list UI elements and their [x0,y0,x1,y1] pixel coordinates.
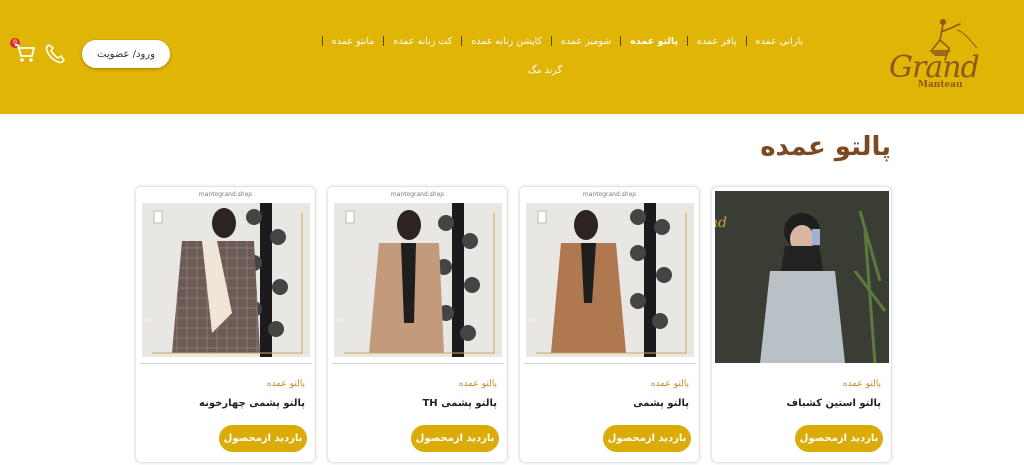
login-register-button[interactable]: ورود/ عضویت [82,40,170,68]
nav-item[interactable]: پافر عمده [688,36,745,47]
product-image[interactable]: NEW COLLECTION [334,203,502,357]
main-nav: بارانی عمده پافر عمده پالتو عمده شومیز عمده… [282,33,812,49]
product-image[interactable]: NEW COLLECTION [526,203,694,357]
new-collection-badge: NEW COLLECTION [526,316,536,325]
view-product-button[interactable]: بازدید ازمحصول [411,425,499,452]
nav-item-grand-mag[interactable]: گرند مگ [520,65,570,76]
phone-icon[interactable] [44,43,66,65]
nav-separator [321,36,323,46]
view-product-button[interactable]: بازدید ازمحصول [795,425,883,452]
new-collection-badge: NEW COLLECTION [142,316,152,325]
svg-text:Grand: Grand [715,215,727,231]
product-card[interactable]: mantogrand.shop NEW COLLECTION پالتو عمد… [135,186,316,463]
product-image[interactable]: Grand [715,191,889,363]
nav-separator [461,36,463,46]
card-divider [140,363,312,364]
image-watermark: mantogrand.shop [198,191,253,198]
product-name[interactable]: پالتو استین کشباف [787,398,881,409]
nav-item[interactable]: بارانی عمده [747,36,812,47]
image-watermark: mantogrand.shop [582,191,637,198]
page-title: پالتو عمده [760,132,891,162]
new-collection-badge: NEW COLLECTION [334,316,344,325]
view-product-button[interactable]: بازدید ازمحصول [219,425,307,452]
product-card[interactable]: mantogrand.shop NEW COLLECTION پالتو عمد… [519,186,700,463]
product-card[interactable]: Grand پالتو عمده پالتو استین کشباف بازدی… [711,186,892,463]
nav-item[interactable]: کت زنانه عمده [384,36,461,47]
product-name[interactable]: پالتو پشمی چهارخونه [199,398,305,409]
product-name[interactable]: پالتو پشمی [633,398,689,409]
nav-separator [551,36,553,46]
product-category[interactable]: پالتو عمده [459,379,497,389]
nav-separator [687,36,689,46]
site-header: 0 ورود/ عضویت بارانی عمده پافر عمده پالتو … [0,0,1024,114]
view-product-button[interactable]: بازدید ازمحصول [603,425,691,452]
nav-item[interactable]: شومیز عمده [552,36,620,47]
nav-separator [745,36,747,46]
card-divider [524,363,696,364]
nav-item[interactable]: پالتو عمده [621,36,687,47]
nav-separator [383,36,385,46]
nav-item[interactable]: مانتو عمده [323,36,384,47]
image-watermark: mantogrand.shop [390,191,445,198]
product-name[interactable]: پالتو پشمی TH [422,398,497,409]
product-category[interactable]: پالتو عمده [267,379,305,389]
product-card[interactable]: mantogrand.shop NEW COLLECTION پالتو عمد… [327,186,508,463]
nav-item[interactable]: کاپشن زنانه عمده [462,36,551,47]
nav-separator [620,36,622,46]
product-category[interactable]: پالتو عمده [651,379,689,389]
shopping-cart-icon[interactable] [14,43,36,63]
logo-subtext: Manteau [918,80,963,90]
product-category[interactable]: پالتو عمده [843,379,881,389]
card-divider [332,363,504,364]
product-image[interactable]: NEW COLLECTION [142,203,310,357]
